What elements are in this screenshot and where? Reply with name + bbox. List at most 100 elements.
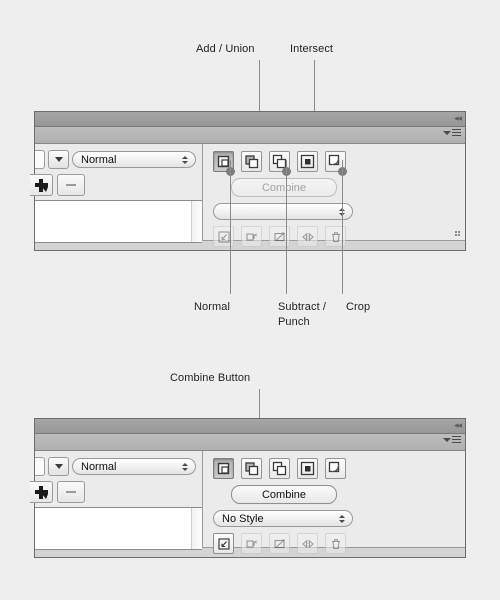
style-value: No Style xyxy=(222,512,264,525)
stepper-arrows-icon xyxy=(339,514,345,523)
shape-mode-add-union-button[interactable] xyxy=(241,458,262,479)
combine-button-label: Combine xyxy=(261,181,307,194)
shape-mode-normal-button[interactable] xyxy=(213,458,234,479)
panel-menu-icon[interactable] xyxy=(443,436,461,444)
triangle-down-icon xyxy=(54,157,63,162)
add-union-icon xyxy=(245,462,259,476)
plus-icon xyxy=(34,485,48,499)
expand-icon xyxy=(217,537,230,550)
blend-dropdown-toggle[interactable] xyxy=(48,457,69,476)
remove-effect-button[interactable] xyxy=(57,481,85,503)
stepper-arrows-icon xyxy=(182,155,188,164)
panel-body: Normal xyxy=(30,144,465,247)
swatch-stub[interactable] xyxy=(35,150,45,169)
annotation-subtract-punch: Subtract / Punch xyxy=(278,301,327,328)
chevron-down-icon xyxy=(443,437,451,442)
pathfinder-delete-button[interactable] xyxy=(325,533,346,554)
panel-tab-strip[interactable]: ◂◂ xyxy=(35,112,465,127)
blend-mode-select[interactable]: Normal xyxy=(72,151,196,168)
resize-grip[interactable] xyxy=(455,231,462,238)
shape-modes-group xyxy=(203,151,465,172)
annotation-intersect: Intersect xyxy=(290,43,334,55)
blend-mode-value: Normal xyxy=(81,460,117,473)
pathfinder-expand-button[interactable] xyxy=(213,533,234,554)
pathfinder-panel-enabled-state: ◂◂ Normal Combine No Style xyxy=(30,418,466,558)
combine-row: Combine xyxy=(203,178,465,197)
pathfinder-scatter-button[interactable] xyxy=(297,226,318,247)
minus-icon xyxy=(66,184,76,186)
blend-dropdown-toggle[interactable] xyxy=(48,150,69,169)
panel-title-bar[interactable] xyxy=(35,434,465,451)
add-union-icon xyxy=(245,155,259,169)
collapse-double-arrow-icon[interactable]: ◂◂ xyxy=(454,114,462,123)
panel-title-bar[interactable] xyxy=(35,127,465,144)
appearance-list[interactable] xyxy=(35,507,202,550)
pathfinder-section: Combine xyxy=(203,144,465,247)
pathfinder-revert-button[interactable] xyxy=(241,226,262,247)
crop-icon xyxy=(328,461,340,473)
annotation-add-union: Add / Union xyxy=(196,43,255,55)
chevron-down-icon xyxy=(443,130,451,135)
collapse-double-arrow-icon[interactable]: ◂◂ xyxy=(454,421,462,430)
add-remove-row xyxy=(30,481,202,503)
plus-icon xyxy=(34,178,48,192)
trash-icon xyxy=(331,231,340,242)
combine-button[interactable]: Combine xyxy=(231,485,337,504)
leader-subtract-punch xyxy=(286,160,287,294)
appearance-section: Normal xyxy=(30,451,203,550)
trash-icon xyxy=(331,538,340,549)
stepper-arrows-icon xyxy=(182,462,188,471)
shape-mode-intersect-button[interactable] xyxy=(297,151,318,172)
style-row xyxy=(203,203,465,220)
leader-crop xyxy=(342,160,343,294)
combine-button[interactable]: Combine xyxy=(231,178,337,197)
style-row: No Style xyxy=(203,510,465,527)
trim-icon xyxy=(273,231,285,241)
leader-normal xyxy=(230,160,231,294)
panel-tab-strip[interactable]: ◂◂ xyxy=(35,419,465,434)
appearance-section: Normal xyxy=(30,144,203,243)
annotation-normal: Normal xyxy=(194,301,231,313)
pathfinder-revert-button[interactable] xyxy=(241,533,262,554)
annotation-combine-button: Combine Button xyxy=(170,372,251,384)
list-scrollbar[interactable] xyxy=(191,508,202,549)
panel-menu-icon[interactable] xyxy=(443,129,461,137)
blend-mode-row: Normal xyxy=(35,150,202,169)
list-scrollbar[interactable] xyxy=(191,201,202,242)
appearance-list[interactable] xyxy=(35,200,202,243)
hamburger-icon xyxy=(452,129,461,137)
add-remove-row xyxy=(30,174,202,196)
expand-icon xyxy=(217,230,230,243)
shape-mode-subtract-punch-button[interactable] xyxy=(269,458,290,479)
pathfinder-buttons-group xyxy=(203,226,465,247)
swatch-stub[interactable] xyxy=(35,457,45,476)
blend-mode-select[interactable]: Normal xyxy=(72,458,196,475)
pathfinder-panel-disabled-state: ◂◂ Normal Combine xyxy=(30,111,466,251)
remove-effect-button[interactable] xyxy=(57,174,85,196)
scatter-icon xyxy=(301,232,314,241)
shape-mode-crop-button[interactable] xyxy=(325,458,346,479)
pathfinder-buttons-group xyxy=(203,533,465,554)
style-select[interactable]: No Style xyxy=(213,510,353,527)
pathfinder-scatter-button[interactable] xyxy=(297,533,318,554)
annotation-crop: Crop xyxy=(346,301,371,313)
shape-mode-add-union-button[interactable] xyxy=(241,151,262,172)
intersect-icon xyxy=(300,154,315,169)
revert-icon xyxy=(245,232,256,241)
add-new-effect-button[interactable] xyxy=(30,174,53,196)
pathfinder-section: Combine No Style xyxy=(203,451,465,554)
normal-shape-icon xyxy=(217,462,230,475)
style-select[interactable] xyxy=(213,203,353,220)
add-new-effect-button[interactable] xyxy=(30,481,53,503)
shape-modes-group xyxy=(203,458,465,479)
shape-mode-intersect-button[interactable] xyxy=(297,458,318,479)
subtract-punch-icon xyxy=(272,461,287,476)
panel-body: Normal xyxy=(30,451,465,554)
scatter-icon xyxy=(301,539,314,548)
minus-icon xyxy=(66,491,76,493)
combine-button-label: Combine xyxy=(261,488,307,501)
blend-mode-row: Normal xyxy=(35,457,202,476)
hamburger-icon xyxy=(452,436,461,444)
revert-icon xyxy=(245,539,256,548)
pathfinder-trim-button[interactable] xyxy=(269,533,290,554)
